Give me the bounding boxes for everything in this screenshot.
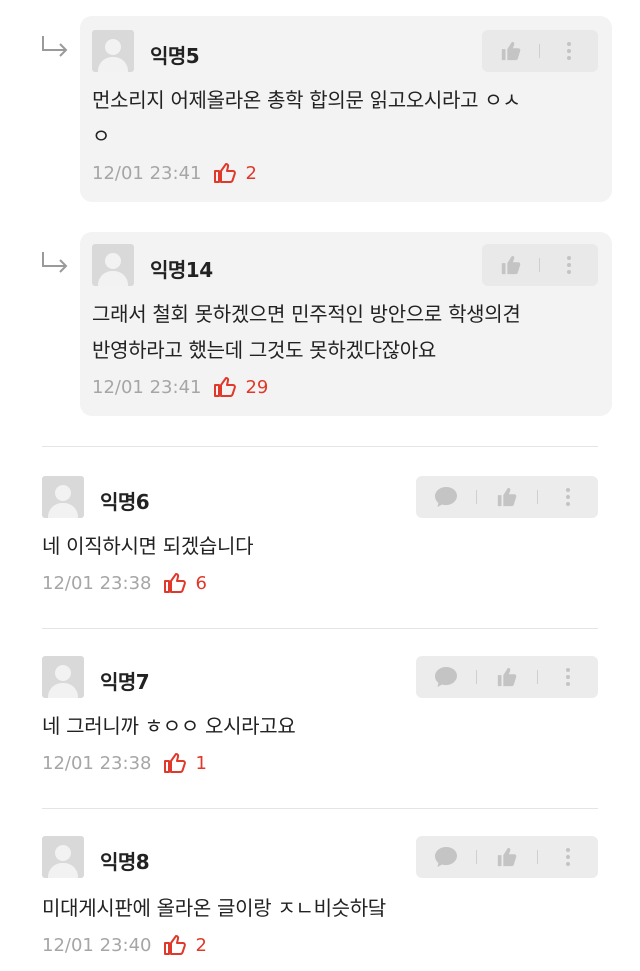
avatar	[92, 30, 134, 72]
comment-meta: 12/01 23:41 29	[92, 376, 268, 398]
comment: 익명8 미대게시판에 올라온 글이랑 ㅈㄴ비슷하닼 12/01 23:40 2	[42, 836, 598, 966]
divider	[42, 628, 598, 629]
comment: 익명7 네 그러니까 ㅎㅇㅇ 오시라고요 12/01 23:38 1	[42, 656, 598, 786]
reply-comment: 익명14 그래서 철회 못하겠으면 민주적인 방안으로 학생의견 반영하라고 했…	[80, 232, 612, 416]
divider	[42, 446, 598, 447]
comment-text: 네 그러니까 ㅎㅇㅇ 오시라고요	[42, 714, 296, 738]
comment-text: 그래서 철회 못하겠으면 민주적인 방안으로 학생의견 반영하라고 했는데 그것…	[92, 302, 521, 362]
avatar	[42, 656, 84, 698]
reply-arrow-icon	[40, 250, 70, 274]
heart-outline-icon	[164, 573, 187, 593]
comment-icon[interactable]	[432, 843, 460, 871]
comment: 익명6 네 이직하시면 되겠습니다 12/01 23:38 6	[42, 476, 598, 606]
comment-actions	[416, 476, 598, 518]
comment-meta: 12/01 23:40 2	[42, 934, 207, 956]
avatar	[42, 476, 84, 518]
heart-outline-icon	[214, 163, 237, 183]
comment-meta: 12/01 23:38 6	[42, 572, 207, 594]
comment-actions	[482, 30, 598, 72]
divider	[42, 808, 598, 809]
like-count[interactable]: 29	[213, 376, 268, 398]
comment-icon[interactable]	[432, 483, 460, 511]
comment-actions	[416, 836, 598, 878]
comment-actions	[416, 656, 598, 698]
comment-text: 먼소리지 어제올라온 총학 합의문 읽고오시라고 ㅇㅅ ㅇ	[92, 88, 521, 148]
more-icon[interactable]	[554, 663, 582, 691]
like-count[interactable]: 6	[163, 572, 207, 594]
more-icon[interactable]	[555, 251, 583, 279]
thumbs-up-icon[interactable]	[493, 843, 521, 871]
avatar	[92, 244, 134, 286]
heart-outline-icon	[164, 935, 187, 955]
reply-comment: 익명5 먼소리지 어제올라온 총학 합의문 읽고오시라고 ㅇㅅ ㅇ 12/01 …	[80, 16, 612, 202]
comment-meta: 12/01 23:41 2	[92, 162, 257, 184]
heart-outline-icon	[164, 753, 187, 773]
timestamp: 12/01 23:41	[92, 162, 202, 184]
more-icon[interactable]	[554, 483, 582, 511]
like-count[interactable]: 1	[163, 752, 207, 774]
reply-arrow-icon	[40, 34, 70, 58]
author-name: 익명7	[100, 670, 150, 694]
comment-text: 네 이직하시면 되겠습니다	[42, 534, 254, 558]
like-count[interactable]: 2	[213, 162, 257, 184]
thumbs-up-icon[interactable]	[493, 663, 521, 691]
thumbs-up-icon[interactable]	[497, 251, 525, 279]
timestamp: 12/01 23:38	[42, 572, 152, 594]
comment-text: 미대게시판에 올라온 글이랑 ㅈㄴ비슷하닼	[42, 896, 386, 920]
thumbs-up-icon[interactable]	[497, 37, 525, 65]
author-name: 익명5	[150, 44, 200, 68]
thumbs-up-icon[interactable]	[493, 483, 521, 511]
comment-meta: 12/01 23:38 1	[42, 752, 207, 774]
timestamp: 12/01 23:38	[42, 752, 152, 774]
timestamp: 12/01 23:40	[42, 934, 152, 956]
author-name: 익명8	[100, 850, 150, 874]
more-icon[interactable]	[554, 843, 582, 871]
comment-icon[interactable]	[432, 663, 460, 691]
timestamp: 12/01 23:41	[92, 376, 202, 398]
heart-outline-icon	[214, 377, 237, 397]
author-name: 익명14	[150, 258, 213, 282]
author-name: 익명6	[100, 490, 150, 514]
avatar	[42, 836, 84, 878]
like-count[interactable]: 2	[163, 934, 207, 956]
more-icon[interactable]	[555, 37, 583, 65]
comment-actions	[482, 244, 598, 286]
